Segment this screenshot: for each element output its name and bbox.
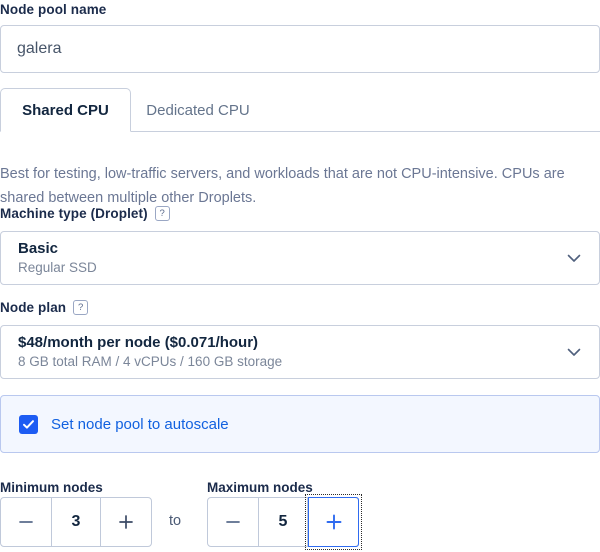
question-mark-glyph: ? <box>159 207 165 219</box>
min-nodes-decrement-button[interactable] <box>1 498 51 546</box>
machine-type-label: Machine type (Droplet) ? <box>0 206 170 221</box>
checkmark-icon <box>23 419 34 429</box>
cpu-type-tabs: Shared CPU Dedicated CPU <box>0 88 600 132</box>
node-pool-name-label-text: Node pool name <box>0 2 107 17</box>
chevron-down-icon <box>567 348 581 356</box>
range-separator-label: to <box>169 513 182 529</box>
machine-type-title: Basic <box>18 239 59 257</box>
autoscale-label[interactable]: Set node pool to autoscale <box>51 416 229 433</box>
node-plan-select[interactable]: $48/month per node ($0.071/hour) 8 GB to… <box>0 325 600 379</box>
minus-icon <box>19 521 33 523</box>
node-plan-help-icon[interactable]: ? <box>73 300 89 315</box>
tab-shared-cpu[interactable]: Shared CPU <box>0 88 131 132</box>
tab-dedicated-cpu-label: Dedicated CPU <box>146 101 250 119</box>
node-plan-subtitle: 8 GB total RAM / 4 vCPUs / 160 GB storag… <box>18 353 283 369</box>
node-plan-label-text: Node plan <box>0 300 67 315</box>
maximum-nodes-label: Maximum nodes <box>207 480 313 495</box>
node-plan-label: Node plan ? <box>0 300 89 315</box>
chevron-down-icon <box>567 254 581 262</box>
node-pool-name-input[interactable] <box>0 25 600 73</box>
machine-type-selected-value: Basic Regular SSD <box>18 232 97 284</box>
min-nodes-increment-button[interactable] <box>101 498 151 546</box>
tab-shared-cpu-label: Shared CPU <box>22 101 109 119</box>
machine-type-select[interactable]: Basic Regular SSD <box>0 231 600 285</box>
min-nodes-value[interactable]: 3 <box>51 498 101 546</box>
node-plan-selected-value: $48/month per node ($0.071/hour) 8 GB to… <box>18 326 282 378</box>
tab-dedicated-cpu[interactable]: Dedicated CPU <box>131 88 265 132</box>
minimum-nodes-label: Minimum nodes <box>0 480 103 495</box>
question-mark-glyph: ? <box>77 301 84 313</box>
autoscale-panel[interactable]: Set node pool to autoscale <box>0 395 600 453</box>
max-nodes-decrement-button[interactable] <box>208 498 258 546</box>
minimum-nodes-stepper: 3 <box>0 497 152 547</box>
autoscale-checkbox[interactable] <box>19 414 38 434</box>
machine-type-help-icon[interactable]: ? <box>154 206 170 221</box>
machine-type-subtitle: Regular SSD <box>18 259 97 275</box>
tab-description-text: Best for testing, low-traffic servers, a… <box>0 165 565 207</box>
machine-type-label-text: Machine type (Droplet) <box>0 206 148 221</box>
node-pool-name-label: Node pool name <box>0 2 106 17</box>
plus-icon <box>119 515 133 529</box>
maximum-nodes-stepper: 5 <box>207 494 362 550</box>
node-plan-title: $48/month per node ($0.071/hour) <box>18 333 259 351</box>
max-nodes-value[interactable]: 5 <box>258 498 308 546</box>
max-nodes-increment-button[interactable] <box>305 494 362 550</box>
minus-icon <box>226 521 240 523</box>
plus-icon <box>326 514 341 530</box>
